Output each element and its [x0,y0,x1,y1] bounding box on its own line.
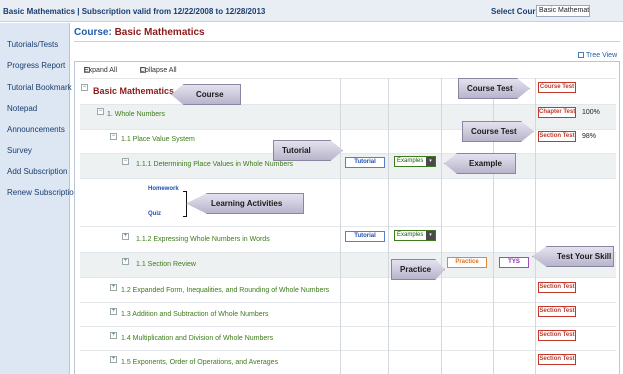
column-divider [535,78,536,374]
expand-toggle[interactable]: + [110,332,117,339]
tree-view-icon [578,52,584,58]
chevron-down-icon: ▾ [426,231,435,240]
expand-toggle[interactable]: + [122,233,129,240]
section-test-button[interactable]: Section Test [538,306,576,317]
collapse-toggle[interactable]: − [81,84,88,91]
chevron-down-icon: ▾ [426,157,435,166]
tree-node-course[interactable]: Basic Mathematics [93,86,174,96]
tys-button[interactable]: TYS [499,257,529,268]
sidebar-item-tutorials-tests[interactable]: Tutorials/Tests [0,35,70,55]
tree-node-section-review[interactable]: 1.1 Section Review [136,261,196,268]
sidebar: Tutorials/Tests Progress Report Tutorial… [0,23,78,374]
expand-toggle[interactable]: + [110,284,117,291]
section-test-button[interactable]: Section Test [538,330,576,341]
sidebar-item-survey[interactable]: Survey [0,141,70,161]
top-bar: Basic Mathematics | Subscription valid f… [0,0,623,22]
learning-activities-bracket [183,191,187,217]
column-divider [388,78,389,374]
course-name: Basic Mathematics [114,27,205,38]
subscription-title: Basic Mathematics | Subscription valid f… [3,7,266,16]
course-label: Course: [74,27,112,38]
sidebar-item-progress-report[interactable]: Progress Report [0,56,70,76]
section-test-button[interactable]: Section Test [538,282,576,293]
chapter-test-button[interactable]: Chapter Test [538,107,576,118]
collapse-toggle[interactable]: − [110,133,117,140]
select-course-dropdown[interactable]: Basic Mathematics [536,5,590,17]
expand-toggle[interactable]: + [110,356,117,363]
examples-dropdown[interactable]: Examples ▾ [394,156,436,167]
callout-example: Example [444,153,516,174]
callout-learning-activities: Learning Activities [186,193,304,214]
practice-button[interactable]: Practice [447,257,487,268]
tree-node-section[interactable]: 1.4 Multiplication and Division of Whole… [121,335,273,342]
sidebar-item-renew-subscription[interactable]: Renew Subscription [0,183,78,203]
expand-toggle[interactable]: + [110,308,117,315]
callout-test-your-skill: Test Your Skill [532,246,614,267]
tree-node-section[interactable]: 1.1 Place Value System [121,136,195,143]
tree-node-topic[interactable]: 1.1.2 Expressing Whole Numbers in Words [136,236,270,243]
course-heading: Course: Basic Mathematics [74,27,205,38]
section-score: 98% [582,133,597,140]
callout-course-test: Course Test [462,121,534,142]
sidebar-item-add-subscription[interactable]: Add Subscription [0,162,70,182]
section-test-button[interactable]: Section Test [538,131,576,142]
sidebar-item-notepad[interactable]: Notepad [0,99,70,119]
collapse-toggle[interactable]: − [122,158,129,165]
sidebar-item-tutorial-bookmark[interactable]: Tutorial Bookmark [0,78,72,98]
callout-course: Course [171,84,241,105]
expand-toggle[interactable]: + [122,258,129,265]
section-test-button[interactable]: Section Test [538,354,576,365]
tutorial-button[interactable]: Tutorial [345,231,385,242]
callout-practice: Practice [391,259,445,280]
tree-node-chapter[interactable]: 1. Whole Numbers [107,111,165,118]
quiz-link[interactable]: Quiz [148,211,161,217]
tree-node-section[interactable]: 1.3 Addition and Subtraction of Whole Nu… [121,311,268,318]
tree-node-section[interactable]: 1.5 Exponents, Order of Operations, and … [121,359,278,366]
sidebar-item-announcements[interactable]: Announcements [0,120,70,140]
homework-link[interactable]: Homework [148,186,179,192]
tree-view-link[interactable]: Tree View [578,52,617,59]
tree-node-topic[interactable]: 1.1.1 Determining Place Values in Whole … [136,161,293,168]
examples-dropdown[interactable]: Examples ▾ [394,230,436,241]
column-divider [441,78,442,374]
tutorial-button[interactable]: Tutorial [345,157,385,168]
collapse-toggle[interactable]: − [97,108,104,115]
course-test-button[interactable]: Course Test [538,82,576,93]
callout-course-test: Course Test [458,78,530,99]
chapter-score: 100% [582,109,600,116]
tree-node-section[interactable]: 1.2 Expanded Form, Inequalities, and Rou… [121,287,329,294]
header-divider [74,41,620,42]
column-divider [340,78,341,374]
callout-tutorial: Tutorial [273,140,343,161]
